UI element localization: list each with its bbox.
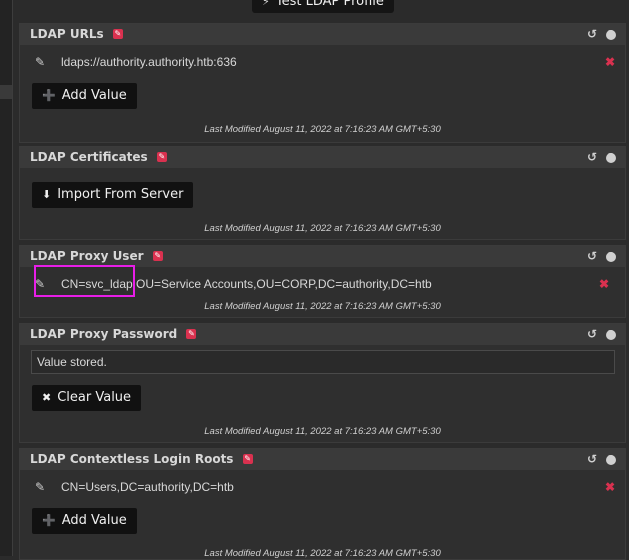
modified-edit-icon: ✎	[186, 328, 197, 339]
panel-header: LDAP Certificates ✎ ↺ ?	[20, 147, 625, 168]
panel-ldap-certificates: LDAP Certificates ✎ ↺ ? ⬇ Import From Ser…	[19, 146, 626, 240]
help-icon[interactable]: ?	[606, 454, 616, 466]
modified-edit-icon: ✎	[152, 250, 163, 261]
last-modified-text: Last Modified August 11, 2022 at 7:16:23…	[204, 223, 441, 234]
clear-value-button[interactable]: ✖ Clear Value	[32, 385, 142, 411]
value-row: ✎ CN=Users,DC=authority,DC=htb ✖	[20, 477, 625, 497]
delete-icon[interactable]: ✖	[599, 274, 609, 294]
delete-icon[interactable]: ✖	[605, 477, 615, 497]
modified-edit-icon: ✎	[112, 28, 123, 39]
panel-header: LDAP Contextless Login Roots ✎ ↺ ?	[20, 449, 625, 470]
plus-icon: ➕	[42, 89, 56, 102]
edit-pencil-icon[interactable]: ✎	[35, 52, 45, 72]
reset-icon[interactable]: ↺	[587, 24, 597, 45]
add-value-button[interactable]: ➕ Add Value	[32, 508, 137, 534]
help-icon[interactable]: ?	[606, 251, 616, 263]
panel-title: LDAP URLs	[30, 27, 104, 41]
import-from-server-button[interactable]: ⬇ Import From Server	[32, 182, 194, 208]
panel-ldap-proxy-password: LDAP Proxy Password ✎ ↺ ? Value stored. …	[19, 323, 626, 443]
edit-pencil-icon[interactable]: ✎	[35, 477, 45, 497]
modified-edit-icon: ✎	[156, 151, 167, 162]
panel-header: LDAP Proxy User ✎ ↺ ?	[20, 246, 625, 267]
panel-header: LDAP URLs ✎ ↺ ?	[20, 24, 625, 45]
last-modified-text: Last Modified August 11, 2022 at 7:16:23…	[204, 548, 441, 559]
help-icon[interactable]: ?	[606, 329, 616, 341]
panel-title: LDAP Contextless Login Roots	[30, 452, 234, 466]
plus-icon: ➕	[42, 514, 56, 527]
value-text: CN=Users,DC=authority,DC=htb	[61, 480, 234, 494]
sidebar-selected-marker	[0, 85, 12, 99]
value-text: ldaps://authority.authority.htb:636	[61, 55, 237, 69]
reset-icon[interactable]: ↺	[587, 449, 597, 470]
close-icon: ✖	[42, 391, 52, 404]
reset-icon[interactable]: ↺	[587, 147, 597, 168]
reset-icon[interactable]: ↺	[587, 324, 597, 345]
delete-icon[interactable]: ✖	[605, 52, 615, 72]
modified-edit-icon: ✎	[242, 453, 253, 464]
download-icon: ⬇	[42, 188, 52, 201]
panel-ldap-urls: LDAP URLs ✎ ↺ ? ✎ ldaps://authority.auth…	[19, 23, 626, 143]
last-modified-text: Last Modified August 11, 2022 at 7:16:23…	[204, 124, 441, 135]
last-modified-text: Last Modified August 11, 2022 at 7:16:23…	[204, 426, 441, 437]
highlight-box	[34, 265, 135, 297]
panel-title: LDAP Proxy User	[30, 249, 144, 263]
last-modified-text: Last Modified August 11, 2022 at 7:16:23…	[204, 301, 441, 312]
bolt-icon: ⚡	[262, 0, 270, 8]
value-row: ✎ ldaps://authority.authority.htb:636 ✖	[20, 52, 625, 72]
panel-title: LDAP Certificates	[30, 150, 148, 164]
panel-ldap-contextless-login-roots: LDAP Contextless Login Roots ✎ ↺ ? ✎ CN=…	[19, 448, 626, 560]
test-ldap-profile-button[interactable]: ⚡ Test LDAP Profile	[252, 0, 394, 13]
panel-title: LDAP Proxy Password	[30, 327, 178, 341]
reset-icon[interactable]: ↺	[587, 246, 597, 267]
panel-header: LDAP Proxy Password ✎ ↺ ?	[20, 324, 625, 345]
left-sidebar-edge	[0, 0, 13, 556]
value-stored-field: Value stored.	[31, 350, 615, 374]
add-value-button[interactable]: ➕ Add Value	[32, 83, 137, 109]
help-icon[interactable]: ?	[606, 152, 616, 164]
help-icon[interactable]: ?	[606, 29, 616, 41]
